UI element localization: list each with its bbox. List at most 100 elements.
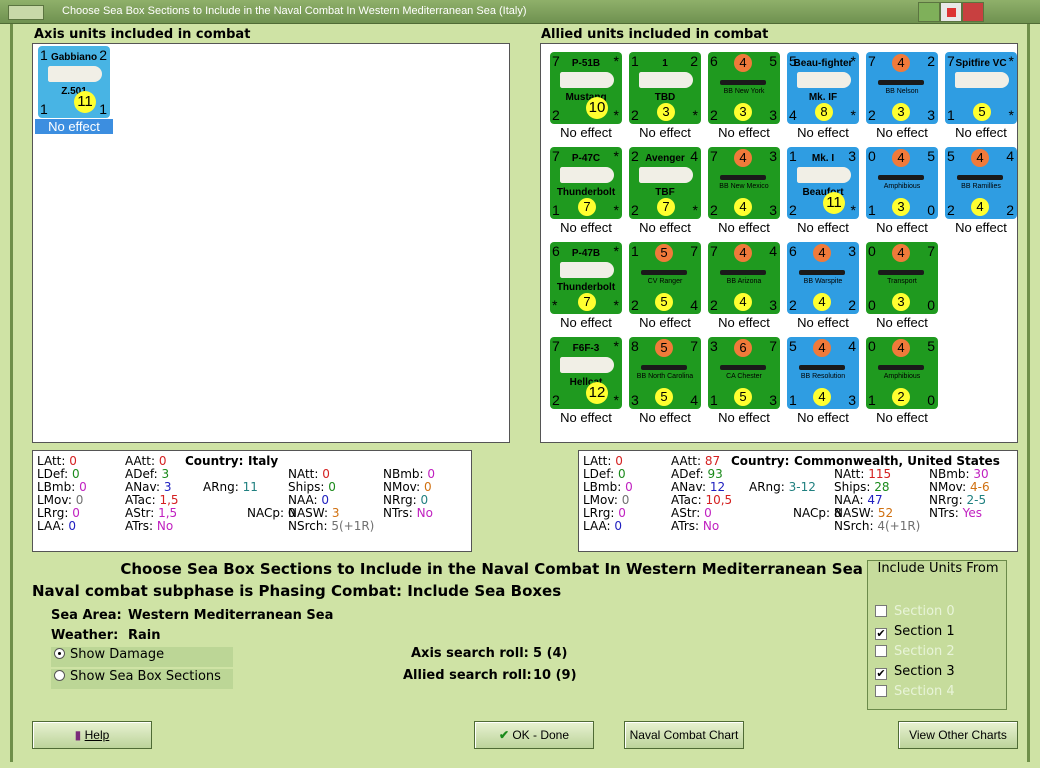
close-button[interactable] <box>962 2 984 22</box>
combat-result: No effect <box>718 125 770 140</box>
unit-counter[interactable]: 4 Transport 0 7 0 0 3 No effect <box>863 242 941 334</box>
ship-silhouette-icon <box>720 270 766 275</box>
unit-counter[interactable]: Mk. I Beaufort 1 3 2 * 11 No effect <box>784 147 862 239</box>
stat-nacp: NACp: 8 <box>793 506 841 520</box>
counter-value-tr: 5 <box>769 53 777 69</box>
other-charts-label: View Other Charts <box>909 728 1007 742</box>
help-button[interactable]: ▮ Help <box>32 721 152 749</box>
counter-value-tl: 1 <box>789 148 797 164</box>
show-sections-radio[interactable]: Show Sea Box Sections <box>51 669 233 689</box>
counter-value-tl: 6 <box>710 53 718 69</box>
show-damage-radio[interactable]: Show Damage <box>51 647 233 667</box>
naval-combat-chart-button[interactable]: Naval Combat Chart <box>624 721 744 749</box>
attack-strength-badge: 4 <box>892 149 910 167</box>
counter-value-bl: 1 <box>868 202 876 218</box>
unit-counter[interactable]: Gabbiano Z.501 1 2 1 1 11 No effect <box>35 46 113 138</box>
counter-value-tl: 0 <box>868 148 876 164</box>
counter-value-tr: * <box>850 53 856 69</box>
unit-counter[interactable]: P-47B Thunderbolt 6 * * * 7 No effect <box>547 242 625 334</box>
allied-units-panel[interactable]: P-51B Mustang 7 * 2 * 10 No effect 1 TBD 1 2 2 * 3 No e… <box>540 43 1018 443</box>
include-title: Include Units From <box>877 561 999 576</box>
stat-lbmb: LBmb: 0 <box>583 480 633 494</box>
stat-label: ATac: <box>125 493 156 507</box>
stat-label: LBmb: <box>37 480 76 494</box>
unit-counter[interactable]: 6 CA Chester 3 7 1 3 5 No effect <box>705 337 783 429</box>
combat-result: No effect <box>560 125 612 140</box>
counter-value-tl: 1 <box>631 53 639 69</box>
unit-counter[interactable]: F6F-3 Hellcat 7 * 2 * 12 No effect <box>547 337 625 429</box>
axis-units-panel[interactable]: Gabbiano Z.501 1 2 1 1 11 No effect <box>32 43 510 443</box>
counter-value-tr: 3 <box>769 148 777 164</box>
stat-label: NAtt: <box>834 467 865 481</box>
unit-counter[interactable]: 5 CV Ranger 1 7 2 4 5 No effect <box>626 242 704 334</box>
section-checkbox[interactable]: Section 0 <box>875 604 955 619</box>
title-bar: Choose Sea Box Sections to Include in th… <box>0 0 1040 24</box>
aircraft-icon <box>797 167 851 183</box>
stat-nsrch: NSrch: 4(+1R) <box>834 519 920 533</box>
counter-value-bl: 2 <box>552 392 560 408</box>
counter-value-tr: 2 <box>690 53 698 69</box>
unit-counter[interactable]: 5 BB North Carolina 8 7 3 4 5 No effect <box>626 337 704 429</box>
counter-value-bl: 2 <box>710 107 718 123</box>
section-checkbox[interactable]: Section 2 <box>875 644 955 659</box>
unit-counter[interactable]: 1 TBD 1 2 2 * 3 No effect <box>626 52 704 144</box>
stat-value: 3-12 <box>784 480 816 494</box>
unit-counter[interactable]: P-51B Mustang 7 * 2 * 10 No effect <box>547 52 625 144</box>
stat-label: NSrch: <box>288 519 328 533</box>
stat-natt: NAtt: 0 <box>288 467 330 481</box>
counter-value-br: 3 <box>769 107 777 123</box>
stat-nacp: NACp: 0 <box>247 506 295 520</box>
factor-badge: 3 <box>734 103 752 121</box>
counter-value-bl: 2 <box>631 297 639 313</box>
counter-value-tr: * <box>613 338 619 354</box>
combat-result: No effect <box>797 220 849 235</box>
stat-ntrs: NTrs: Yes <box>929 506 982 520</box>
unit-counter[interactable]: 4 BB Ramillies 5 4 2 2 4 No effect <box>942 147 1020 239</box>
unit-counter[interactable]: Spitfire VC 7 * 1 * 5 No effect <box>942 52 1020 144</box>
stat-label: ADef: <box>671 467 704 481</box>
unit-counter[interactable]: Avenger TBF 2 4 2 * 7 No effect <box>626 147 704 239</box>
stat-label: NRrg: <box>383 493 417 507</box>
section-checkbox[interactable]: Section 4 <box>875 684 955 699</box>
stat-value: 0 <box>75 480 87 494</box>
section-checkbox[interactable]: ✔ Section 1 <box>875 624 955 640</box>
unit-name: BB Resolution <box>800 373 846 380</box>
combat-result: No effect <box>876 220 928 235</box>
counter-tile: 4 BB New Mexico 7 3 2 3 4 <box>708 147 780 219</box>
stat-nbmb: NBmb: 30 <box>929 467 989 481</box>
stat-label: LDef: <box>37 467 69 481</box>
ok-done-button[interactable]: ✔ OK - Done <box>474 721 594 749</box>
view-other-charts-button[interactable]: View Other Charts <box>898 721 1018 749</box>
attack-strength-badge: 4 <box>971 149 989 167</box>
counter-value-bl: 2 <box>868 107 876 123</box>
unit-counter[interactable]: 4 BB New Mexico 7 3 2 3 4 No effect <box>705 147 783 239</box>
counter-tile: 4 Transport 0 7 0 0 3 <box>866 242 938 314</box>
unit-counter[interactable]: 4 BB Resolution 5 4 1 3 4 No effect <box>784 337 862 429</box>
counter-value-br: * <box>850 202 856 218</box>
counter-value-br: * <box>613 107 619 123</box>
section-checkbox[interactable]: ✔ Section 3 <box>875 664 955 680</box>
unit-counter[interactable]: Beau-fighter Mk. IF 5 * 4 * 8 No effect <box>784 52 862 144</box>
stat-value: 30 <box>969 467 989 481</box>
unit-counter[interactable]: 4 BB Arizona 7 4 2 3 4 No effect <box>705 242 783 334</box>
unit-counter[interactable]: 4 Amphibious 0 5 1 0 2 No effect <box>863 337 941 429</box>
unit-counter[interactable]: 4 BB Warspite 6 3 2 2 4 No effect <box>784 242 862 334</box>
stat-label: LMov: <box>583 493 618 507</box>
unit-counter[interactable]: 4 BB New York 6 5 2 3 3 No effect <box>705 52 783 144</box>
counter-value-br: 2 <box>1006 202 1014 218</box>
stat-atrs: ATrs: No <box>671 519 719 533</box>
counter-tile: P-51B Mustang 7 * 2 * 10 <box>550 52 622 124</box>
factor-badge: 5 <box>973 103 991 121</box>
counter-value-tl: 2 <box>631 148 639 164</box>
weather-value: Rain <box>128 628 161 643</box>
unit-counter[interactable]: 4 BB Nelson 7 2 2 3 3 No effect <box>863 52 941 144</box>
unit-subname: TBD <box>654 92 676 103</box>
stat-value: 4-6 <box>966 480 990 494</box>
stat-lrrg: LRrg: 0 <box>37 506 80 520</box>
counter-value-bl: 2 <box>631 107 639 123</box>
unit-counter[interactable]: P-47C Thunderbolt 7 * 1 * 7 No effect <box>547 147 625 239</box>
unit-counter[interactable]: 4 Amphibious 0 5 1 0 3 No effect <box>863 147 941 239</box>
minimize-button[interactable] <box>918 2 940 22</box>
stat-value: 10,5 <box>701 493 733 507</box>
ship-silhouette-icon <box>878 175 924 180</box>
